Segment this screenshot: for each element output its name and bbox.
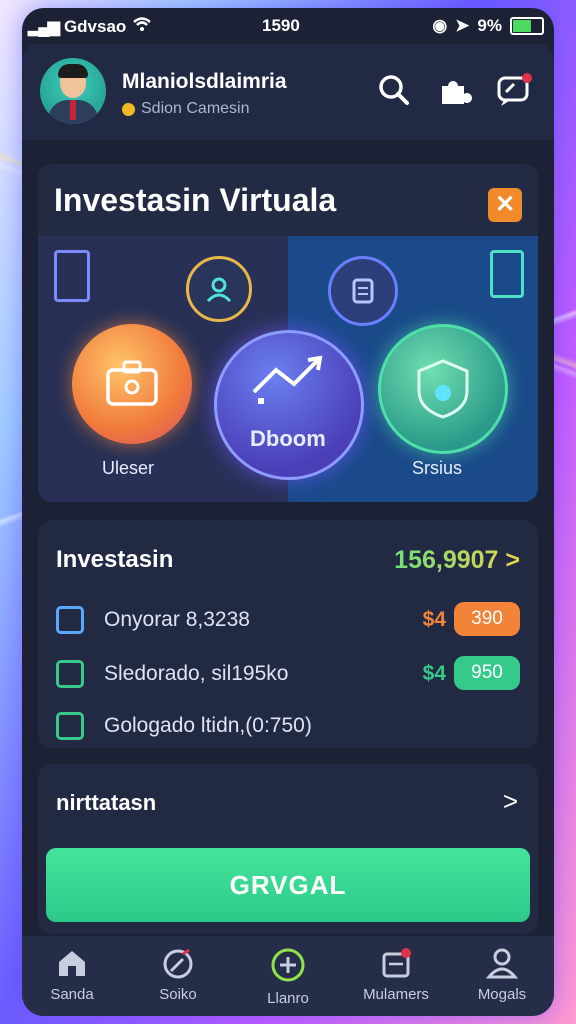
username: Mlaniolsdlaimria (122, 70, 287, 93)
battery-icon (510, 17, 544, 35)
investment-row[interactable]: Onyorar 8,3238 $4 390 (56, 600, 520, 640)
calendar-icon (382, 948, 411, 978)
checkbox-icon[interactable] (56, 606, 84, 634)
hero-title: Investasin Virtuala (54, 182, 337, 218)
shield-bubble[interactable] (378, 324, 508, 454)
nav-label: Llanro (267, 990, 309, 1007)
hero-item-label-3: Srsius (412, 458, 463, 478)
document-icon (490, 250, 524, 298)
checkbox-icon[interactable] (56, 660, 84, 688)
clock: 1590 (262, 16, 300, 35)
nav-item-calendar[interactable]: Mulamers (348, 946, 444, 1003)
nav-label: Sanda (50, 986, 94, 1003)
avatar[interactable] (40, 58, 106, 124)
close-button[interactable]: ✕ (488, 188, 522, 222)
investments-title: Investasin (56, 546, 174, 573)
signal-icon: ▂▄▆ (28, 18, 60, 36)
user-bubble[interactable] (186, 256, 252, 322)
orange-bubble[interactable] (72, 324, 192, 444)
search-icon (379, 75, 409, 105)
user-icon (485, 948, 519, 979)
phone-frame: ▂▄▆ Gdvsao 1590 ◉ ➤ 9% Mlaniolsdlaimria … (22, 8, 554, 1016)
hero-title-bar: Investasin Virtuala ✕ (38, 164, 538, 236)
hero-item-label-2: Dboom (250, 426, 326, 451)
nav-label: Mulamers (363, 986, 429, 1003)
location-icon: ➤ (455, 16, 470, 35)
hero-item-label-1: Uleser (102, 458, 155, 478)
chevron-right-icon[interactable]: > (503, 786, 518, 817)
coin-icon (122, 102, 135, 116)
alarm-icon: ◉ (432, 16, 448, 35)
plus-circle-icon (271, 948, 305, 982)
investment-value-pill[interactable]: 950 (454, 656, 520, 690)
investment-row[interactable]: Gologado ltidn,(0:750) (56, 706, 520, 746)
puzzle-button[interactable] (434, 70, 474, 110)
nav-item-add[interactable]: Llanro (240, 946, 336, 1007)
investment-label: Gologado ltidn,(0:750) (104, 714, 312, 737)
nav-item-explore[interactable]: Soiko (130, 946, 226, 1003)
investment-label: Sledorado, sil195ko (104, 662, 289, 685)
bottom-nav: Sanda Soiko Llanro Mulamers Mogals (22, 936, 554, 1016)
nav-item-profile[interactable]: Mogals (454, 946, 550, 1003)
home-icon (59, 951, 85, 976)
messages-button[interactable] (494, 70, 534, 110)
search-button[interactable] (374, 70, 414, 110)
battery-percent: 9% (477, 16, 502, 35)
profile-header: Mlaniolsdlaimria Sdion Camesin (22, 44, 554, 140)
profile-subtitle: Sdion Camesin (122, 100, 250, 118)
hero-illustration: Uleser Dboom Srsius (38, 236, 538, 502)
puzzle-icon (442, 81, 472, 104)
investments-total[interactable]: 156,9907 > (394, 546, 520, 575)
hero-card: Investasin Virtuala ✕ Uleser Dboom Srsiu… (38, 164, 538, 502)
wifi-icon (132, 16, 152, 37)
document-bubble[interactable] (328, 256, 398, 326)
status-bar: ▂▄▆ Gdvsao 1590 ◉ ➤ 9% (22, 8, 554, 42)
shield-icon (417, 359, 469, 419)
checkbox-icon[interactable] (56, 712, 84, 740)
growth-arrow-icon (252, 355, 323, 404)
carrier-label: Gdvsao (63, 16, 127, 36)
investment-currency: $4 (422, 608, 446, 631)
nav-label: Mogals (477, 986, 527, 1003)
compass-icon (163, 948, 193, 979)
investment-value-pill[interactable]: 390 (454, 602, 520, 636)
primary-action-button[interactable]: GRVGAL (46, 848, 530, 922)
investment-currency: $4 (422, 662, 446, 685)
file-icon (352, 278, 374, 304)
profile-subtitle-text: Sdion Camesin (141, 100, 250, 117)
investment-label: Onyorar 8,3238 (104, 608, 250, 631)
investments-card: Investasin 156,9907 > Onyorar 8,3238 $4 … (38, 520, 538, 748)
user-icon (206, 277, 232, 303)
chat-icon (497, 73, 532, 106)
nav-item-home[interactable]: Sanda (24, 946, 120, 1003)
investment-row[interactable]: Sledorado, sil195ko $4 950 (56, 654, 520, 694)
nav-label: Soiko (159, 986, 197, 1003)
clipboard-icon (54, 250, 90, 302)
briefcase-icon (106, 360, 158, 406)
secondary-title: nirttatasn (56, 790, 157, 815)
rocket-bubble[interactable] (214, 330, 364, 480)
